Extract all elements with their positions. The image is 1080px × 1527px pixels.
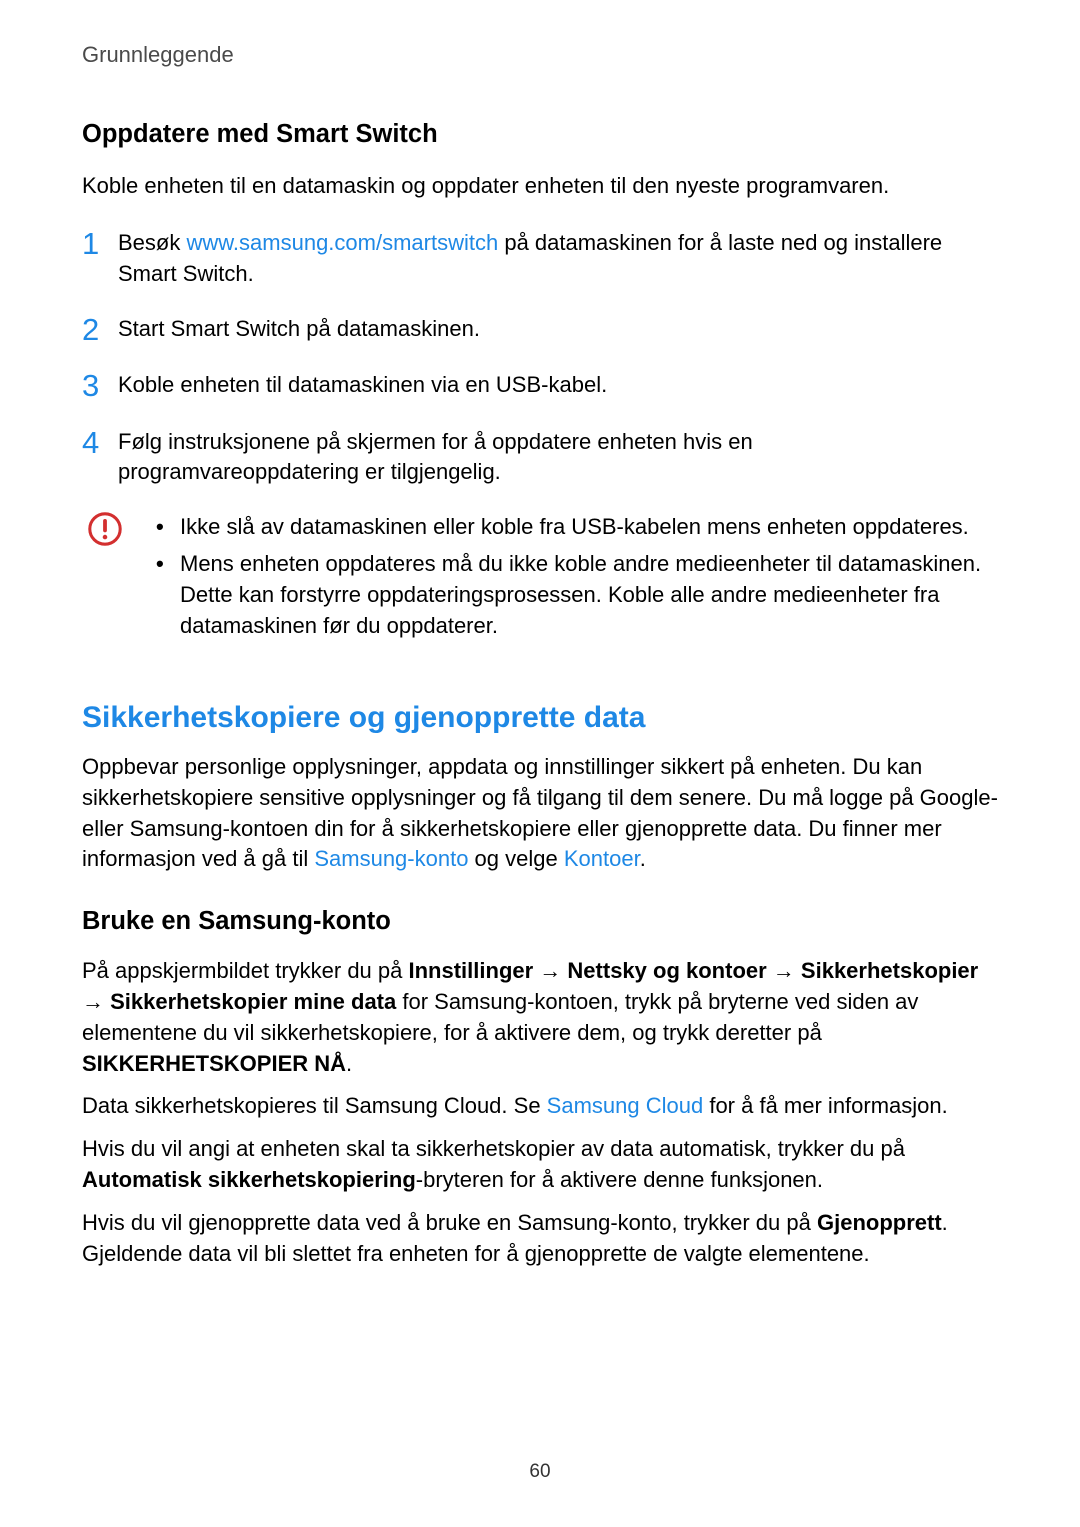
backup-para-1: På appskjermbildet trykker du på Innstil… xyxy=(82,956,998,1079)
intro-text: og velge xyxy=(468,846,563,871)
backup-now-label: SIKKERHETSKOPIER NÅ xyxy=(82,1051,346,1076)
backup-para-4: Hvis du vil gjenopprette data ved å bruk… xyxy=(82,1208,998,1270)
step-2: 2 Start Smart Switch på datamaskinen. xyxy=(82,314,998,347)
arrow-icon: → xyxy=(82,989,110,1014)
step-text: Følg instruksjonene på skjermen for å op… xyxy=(118,427,998,489)
text: Hvis du vil angi at enheten skal ta sikk… xyxy=(82,1136,905,1161)
step-4: 4 Følg instruksjonene på skjermen for å … xyxy=(82,427,998,489)
step-text: Besøk xyxy=(118,230,186,255)
samsung-konto-link[interactable]: Samsung-konto xyxy=(314,846,468,871)
step-number: 3 xyxy=(82,370,118,403)
arrow-icon: → xyxy=(533,958,567,983)
text: Hvis du vil gjenopprette data ved å bruk… xyxy=(82,1210,817,1235)
smart-switch-heading: Oppdatere med Smart Switch xyxy=(82,118,998,151)
smart-switch-steps: 1 Besøk www.samsung.com/smartswitch på d… xyxy=(82,228,998,488)
step-number: 1 xyxy=(82,228,118,290)
path-backup: Sikkerhetskopier xyxy=(801,958,978,983)
kontoer-link[interactable]: Kontoer xyxy=(564,846,640,871)
restore-label: Gjenopprett xyxy=(817,1210,942,1235)
section-header: Grunnleggende xyxy=(82,42,998,68)
caution-block: Ikke slå av datamaskinen eller koble fra… xyxy=(86,512,998,647)
text: for å få mer informasjon. xyxy=(703,1093,948,1118)
step-1: 1 Besøk www.samsung.com/smartswitch på d… xyxy=(82,228,998,290)
step-number: 2 xyxy=(82,314,118,347)
smartswitch-url-link[interactable]: www.samsung.com/smartswitch xyxy=(186,230,498,255)
path-settings: Innstillinger xyxy=(409,958,534,983)
caution-icon xyxy=(86,510,124,548)
backup-para-2: Data sikkerhetskopieres til Samsung Clou… xyxy=(82,1091,998,1122)
text: Data sikkerhetskopieres til Samsung Clou… xyxy=(82,1093,547,1118)
step-3: 3 Koble enheten til datamaskinen via en … xyxy=(82,370,998,403)
backup-section: Sikkerhetskopiere og gjenopprette data O… xyxy=(82,699,998,1269)
smart-switch-intro: Koble enheten til en datamaskin og oppda… xyxy=(82,171,998,202)
caution-list: Ikke slå av datamaskinen eller koble fra… xyxy=(154,512,998,647)
backup-heading: Sikkerhetskopiere og gjenopprette data xyxy=(82,699,998,737)
path-cloud-accounts: Nettsky og kontoer xyxy=(567,958,766,983)
text: . xyxy=(346,1051,352,1076)
backup-intro: Oppbevar personlige opplysninger, appdat… xyxy=(82,752,998,875)
text: -bryteren for å aktivere denne funksjone… xyxy=(416,1167,823,1192)
step-text: Start Smart Switch på datamaskinen. xyxy=(118,314,998,347)
text: På appskjermbildet trykker du på xyxy=(82,958,409,983)
page-number: 60 xyxy=(0,1461,1080,1483)
caution-item: Ikke slå av datamaskinen eller koble fra… xyxy=(154,512,998,543)
samsung-konto-heading: Bruke en Samsung-konto xyxy=(82,905,998,938)
auto-backup-label: Automatisk sikkerhetskopiering xyxy=(82,1167,416,1192)
path-backup-data: Sikkerhetskopier mine data xyxy=(110,989,396,1014)
backup-para-3: Hvis du vil angi at enheten skal ta sikk… xyxy=(82,1134,998,1196)
arrow-icon: → xyxy=(767,958,801,983)
smart-switch-section: Oppdatere med Smart Switch Koble enheten… xyxy=(82,118,998,647)
step-number: 4 xyxy=(82,427,118,489)
samsung-cloud-link[interactable]: Samsung Cloud xyxy=(547,1093,704,1118)
page-content: Grunnleggende Oppdatere med Smart Switch… xyxy=(0,0,1080,1269)
step-text: Koble enheten til datamaskinen via en US… xyxy=(118,370,998,403)
caution-item: Mens enheten oppdateres må du ikke koble… xyxy=(154,549,998,641)
intro-text: . xyxy=(640,846,646,871)
